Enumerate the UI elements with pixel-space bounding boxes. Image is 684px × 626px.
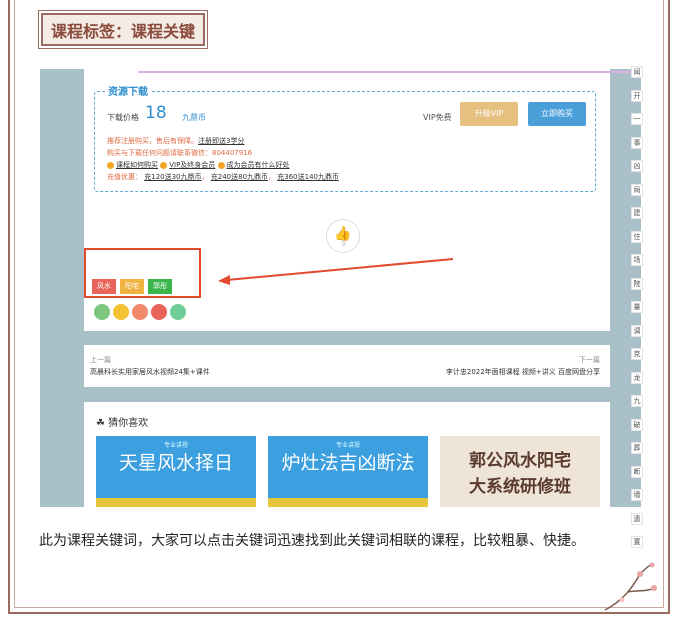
post-navigation: 上一篇 高晨科长实用家居风水视频24集+课件 下一篇 李计忠2022年面相课程 … xyxy=(84,345,610,387)
sidebar-tag[interactable]: 九 xyxy=(631,395,643,407)
how-to-buy-link[interactable]: 课程如何购买 xyxy=(116,161,158,169)
description-text: 此为课程关键词，大家可以点击关键词迅速找到此关键词相联的课程，比较粗暴、快捷。 xyxy=(39,533,585,549)
recommend-title: ☘ 猜你喜欢 xyxy=(96,418,149,429)
price-label: 下载价格 xyxy=(107,113,139,122)
contact-note: 购买与下载任何问题请联系微信：804407916 xyxy=(107,149,253,157)
share-icons xyxy=(94,304,189,324)
keyword-highlight-box xyxy=(84,248,201,298)
price-value: 18 xyxy=(145,103,167,123)
sidebar-tag[interactable]: 遗 xyxy=(631,512,643,525)
sidebar-tag[interactable]: 一 xyxy=(631,113,643,125)
upgrade-vip-button[interactable]: 升级VIP xyxy=(460,102,518,126)
member-benefits-link[interactable]: 成为会员有什么好处 xyxy=(227,161,290,169)
sidebar-tag[interactable]: 墙 xyxy=(631,489,643,501)
register-note: 推荐注册购买，售后有保障。注册即送3学分 xyxy=(107,137,245,145)
help-links: 课程如何购买 VIP及终身会员 成为会员有什么好处 xyxy=(107,160,290,170)
buy-now-button[interactable]: 立即购买 xyxy=(528,102,586,126)
recommend-thumb-2[interactable]: 专业讲授 炉灶法吉凶断法 xyxy=(268,436,428,507)
download-box: 资源下载 下载价格 18 九鼎币 VIP免费 升级VIP 立即购买 推荐注册购买… xyxy=(94,83,596,192)
sidebar-tag[interactable]: 葬 xyxy=(631,442,643,454)
right-sidebar-tags: 闻开一事凶局建住场院量调克龙九破葬断墙遗置 xyxy=(628,66,644,560)
prev-post-link[interactable]: 高晨科长实用家居风水视频24集+课件 xyxy=(90,367,210,377)
vip-member-link[interactable]: VIP及终身会员 xyxy=(169,161,215,169)
recharge-offer-2[interactable]: 充240送80九鼎币 xyxy=(211,173,268,181)
vip-free-label: VIP免费 xyxy=(423,113,452,122)
sidebar-tag[interactable]: 龙 xyxy=(631,371,643,384)
recommend-thumb-3[interactable]: 郭公风水阳宅 大系统研修班 xyxy=(440,436,600,507)
sidebar-tag[interactable]: 院 xyxy=(631,277,643,290)
sidebar-tag[interactable]: 克 xyxy=(631,348,643,360)
sidebar-tag[interactable]: 调 xyxy=(631,324,643,337)
recommend-card: ☘ 猜你喜欢 专业讲授 天星风水择日 专业讲授 炉灶法吉凶断法 郭公风水阳宅 大… xyxy=(84,402,610,507)
section-title: 课程标签：课程关键 xyxy=(37,10,209,49)
download-title: 资源下载 xyxy=(105,83,151,98)
sidebar-tag[interactable]: 建 xyxy=(631,207,643,219)
sidebar-tag[interactable]: 事 xyxy=(631,136,643,149)
recharge-offer-1[interactable]: 充120送30九鼎币 xyxy=(144,173,201,181)
sidebar-tag[interactable]: 局 xyxy=(631,183,643,196)
copy-link-share-icon[interactable] xyxy=(170,304,186,320)
weibo-share-icon[interactable] xyxy=(132,304,148,320)
recommend-thumb-1[interactable]: 专业讲授 天星风水择日 xyxy=(96,436,256,507)
recharge-offer-3[interactable]: 充360送140九鼎币 xyxy=(277,173,339,181)
sidebar-tag[interactable]: 凶 xyxy=(631,160,643,172)
register-link[interactable]: 注册即送3学分 xyxy=(198,137,244,145)
recharge-offers: 充值优惠： 充120送30九鼎币， 充240送80九鼎币， 充360送140九鼎… xyxy=(107,173,339,181)
next-post-link[interactable]: 李计忠2022年面相课程 视频+讲义 百度网盘分享 xyxy=(446,367,600,377)
prev-label: 上一篇 xyxy=(90,356,111,364)
sidebar-tag[interactable]: 闻 xyxy=(631,66,643,78)
qq-share-icon[interactable] xyxy=(151,304,167,320)
next-label: 下一篇 xyxy=(579,356,600,364)
plum-blossom-icon xyxy=(604,562,657,611)
sidebar-tag[interactable]: 断 xyxy=(631,465,643,478)
wechat-share-icon[interactable] xyxy=(94,304,110,320)
qzone-share-icon[interactable] xyxy=(113,304,129,320)
sidebar-tag[interactable]: 破 xyxy=(631,418,643,431)
sidebar-tag[interactable]: 住 xyxy=(631,230,643,243)
like-count: 0 xyxy=(342,241,346,248)
price-unit: 九鼎币 xyxy=(182,113,206,122)
sidebar-tag[interactable]: 场 xyxy=(631,254,643,266)
sidebar-tag[interactable]: 开 xyxy=(631,89,643,102)
divider xyxy=(138,71,641,73)
sidebar-tag[interactable]: 量 xyxy=(631,301,643,313)
